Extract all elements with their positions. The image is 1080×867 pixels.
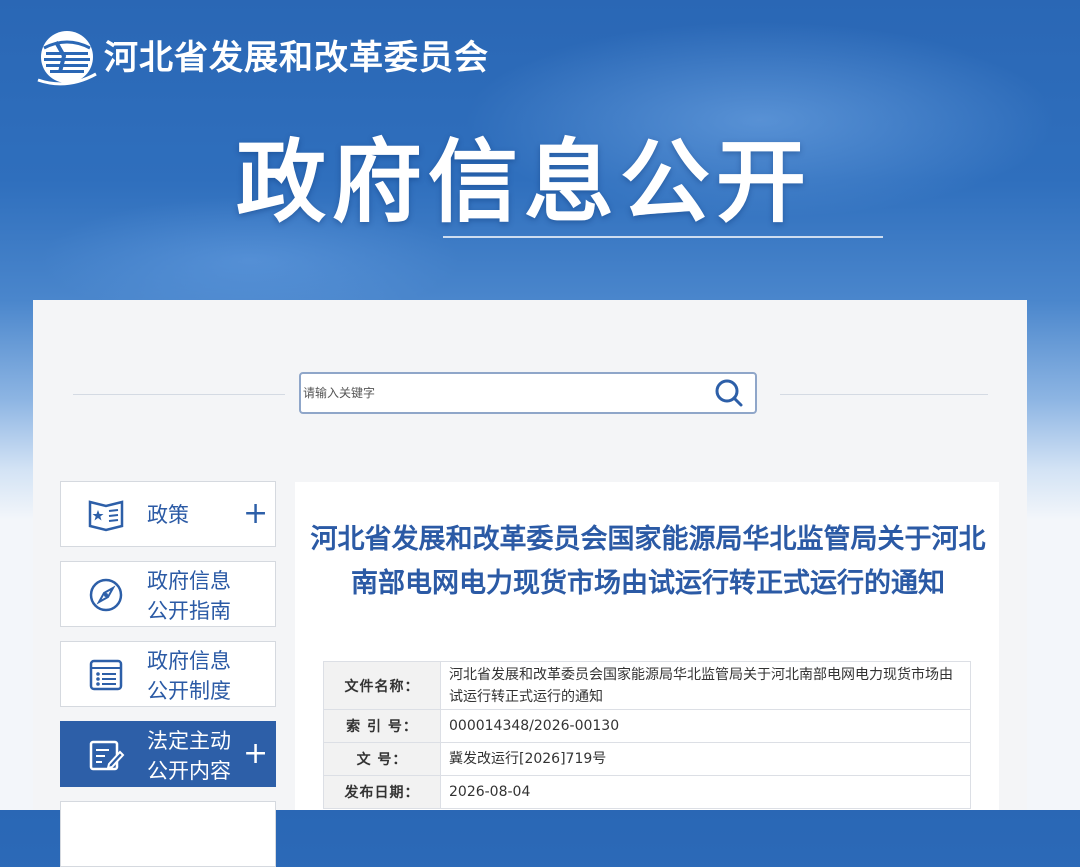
- expand-plus-icon[interactable]: +: [243, 496, 268, 532]
- document-meta-table: 文件名称： 河北省发展和改革委员会国家能源局华北监管局关于河北南部电网电力现货市…: [323, 661, 971, 809]
- search-divider-right: [780, 394, 988, 395]
- table-row: 发布日期： 2026-08-04: [323, 775, 971, 809]
- sidebar-item-label: 政府信息 公开制度: [147, 649, 231, 703]
- sidebar-item-disclosure-system[interactable]: 政府信息 公开制度: [60, 641, 276, 707]
- document-title: 河北省发展和改革委员会国家能源局华北监管局关于河北南部电网电力现货市场由试运行转…: [310, 524, 986, 599]
- meta-key: 文 号：: [323, 742, 441, 776]
- search-divider-left: [73, 394, 285, 395]
- table-row: 索 引 号： 000014348/2026-00130: [323, 709, 971, 743]
- meta-value: 冀发改运行[2026]719号: [440, 742, 971, 776]
- search-icon[interactable]: [713, 378, 745, 408]
- sidebar-item-label: 政府信息 公开指南: [147, 569, 231, 623]
- sidebar-item-label: 政策: [147, 503, 189, 527]
- meta-value: 河北省发展和改革委员会国家能源局华北监管局关于河北南部电网电力现货市场由试运行转…: [440, 661, 971, 710]
- sidebar-item-disclosure-guide[interactable]: 政府信息 公开指南: [60, 561, 276, 627]
- search-box: [299, 372, 757, 414]
- document-star-icon: [88, 500, 124, 532]
- edit-icon: [89, 740, 125, 771]
- site-title[interactable]: 河北省发展和改革委员会: [104, 36, 489, 80]
- meta-value: 000014348/2026-00130: [440, 709, 971, 743]
- sidebar-item-statutory-content[interactable]: 法定主动 公开内容 +: [60, 721, 276, 787]
- meta-key: 文件名称：: [323, 661, 441, 710]
- compass-icon: [89, 578, 123, 612]
- meta-key: 发布日期：: [323, 775, 441, 809]
- sidebar-item-next[interactable]: [60, 801, 276, 867]
- meta-value: 2026-08-04: [440, 775, 971, 809]
- sidebar-item-label: 法定主动 公开内容: [147, 729, 231, 783]
- meta-key: 索 引 号：: [323, 709, 441, 743]
- expand-plus-icon[interactable]: +: [243, 736, 268, 772]
- banner-title: 政府信息公开: [236, 130, 812, 235]
- banner-underline: [443, 236, 883, 238]
- search-input[interactable]: [301, 374, 703, 412]
- list-icon: [89, 659, 123, 691]
- sidebar-item-policy[interactable]: 政策 +: [60, 481, 276, 547]
- table-row: 文件名称： 河北省发展和改革委员会国家能源局华北监管局关于河北南部电网电力现货市…: [323, 661, 971, 710]
- logo-icon: [37, 31, 97, 86]
- table-row: 文 号： 冀发改运行[2026]719号: [323, 742, 971, 776]
